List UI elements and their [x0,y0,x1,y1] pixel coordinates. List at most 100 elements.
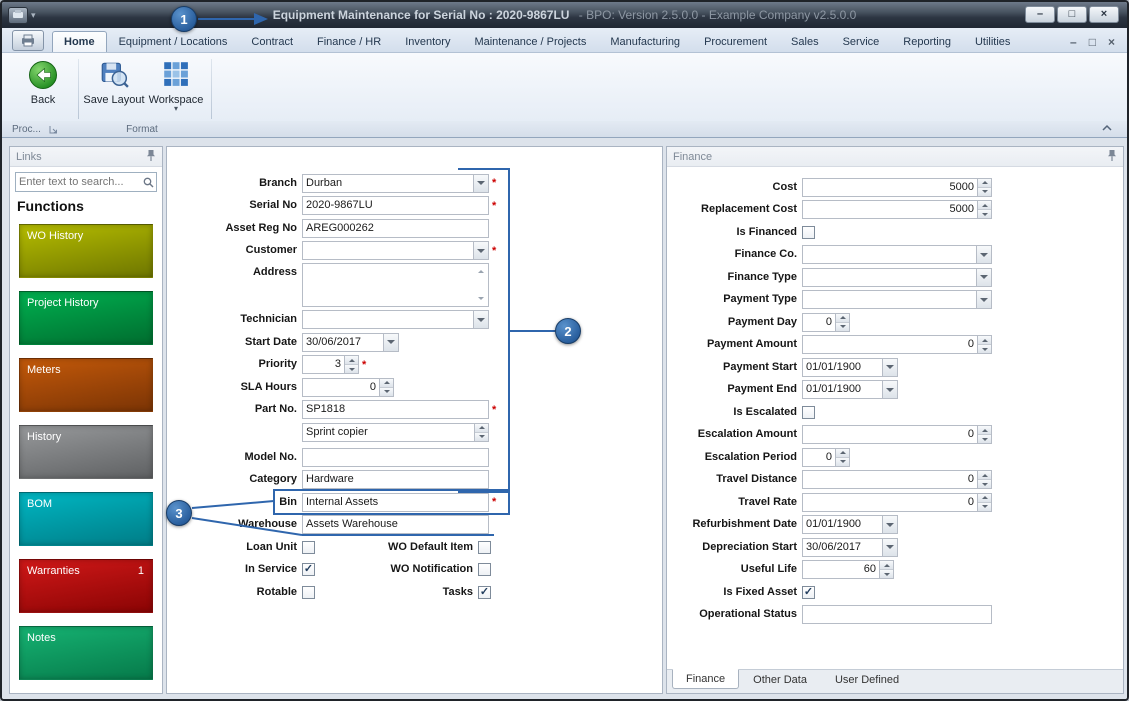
qat-dropdown-icon[interactable]: ▾ [31,10,36,21]
dropdown-icon[interactable] [976,269,991,286]
minimize-button[interactable]: – [1025,6,1055,23]
spinner-icon[interactable] [835,314,849,331]
refurbishment-date-datepicker[interactable]: 01/01/1900 [802,515,898,534]
finance-type-combobox[interactable] [802,268,992,287]
tab-service[interactable]: Service [831,31,892,52]
finance-co-combobox[interactable] [802,245,992,264]
spinner-icon[interactable] [344,356,358,373]
search-icon[interactable] [140,177,156,188]
tile-wo-history[interactable]: WO History [19,224,153,278]
depreciation-start-datepicker[interactable]: 30/06/2017 [802,538,898,557]
mdi-minimize-button[interactable]: – [1070,36,1077,48]
tile-notes[interactable]: Notes [19,626,153,680]
loan-unit-checkbox[interactable] [302,541,315,554]
tab-equipment-locations[interactable]: Equipment / Locations [107,31,240,52]
address-textarea[interactable] [302,263,489,307]
serial-no-input[interactable]: 2020-9867LU [302,196,489,215]
maximize-button[interactable]: □ [1057,6,1087,23]
tile-warranties[interactable]: Warranties 1 [19,559,153,613]
wo-default-item-checkbox[interactable] [478,541,491,554]
is-financed-checkbox[interactable] [802,226,815,239]
scroll-arrows-icon[interactable] [475,265,487,305]
spinner-icon[interactable] [474,424,488,441]
dropdown-icon[interactable] [473,311,488,328]
payment-amount-spinner[interactable]: 0 [802,335,992,354]
spinner-icon[interactable] [879,561,893,578]
payment-type-combobox[interactable] [802,290,992,309]
technician-combobox[interactable] [302,310,489,329]
asset-reg-no-input[interactable]: AREG000262 [302,219,489,238]
dropdown-icon[interactable] [882,539,897,556]
close-button[interactable]: × [1089,6,1119,23]
spinner-icon[interactable] [835,449,849,466]
tab-inventory[interactable]: Inventory [393,31,462,52]
collapse-ribbon-button[interactable] [1101,124,1113,135]
useful-life-spinner[interactable]: 60 [802,560,894,579]
operational-status-input[interactable] [802,605,992,624]
warehouse-input[interactable]: Assets Warehouse [302,515,489,534]
cost-spinner[interactable]: 5000 [802,178,992,197]
dropdown-icon[interactable] [976,291,991,308]
app-icon[interactable] [8,7,28,24]
tasks-checkbox[interactable]: ✓ [478,586,491,599]
tab-finance-hr[interactable]: Finance / HR [305,31,393,52]
priority-spinner[interactable]: 3 [302,355,359,374]
tab-utilities[interactable]: Utilities [963,31,1022,52]
travel-rate-spinner[interactable]: 0 [802,493,992,512]
links-search-input[interactable] [16,176,140,188]
app-menu-button[interactable] [12,30,44,51]
dropdown-icon[interactable] [473,242,488,259]
tab-home[interactable]: Home [52,31,107,52]
customer-combobox[interactable] [302,241,489,260]
spinner-icon[interactable] [977,471,991,488]
tab-maintenance-projects[interactable]: Maintenance / Projects [462,31,598,52]
save-layout-button[interactable]: Save Layout [83,57,145,121]
travel-distance-spinner[interactable]: 0 [802,470,992,489]
workspace-button[interactable]: Workspace ▾ [145,57,207,121]
sla-hours-spinner[interactable]: 0 [302,378,394,397]
pin-icon[interactable] [146,149,156,165]
tile-history[interactable]: History [19,425,153,479]
tab-sales[interactable]: Sales [779,31,831,52]
replacement-cost-spinner[interactable]: 5000 [802,200,992,219]
spinner-icon[interactable] [977,336,991,353]
wo-notification-checkbox[interactable] [478,563,491,576]
tab-finance[interactable]: Finance [672,669,739,689]
start-date-picker[interactable]: 30/06/2017 [302,333,399,352]
spinner-icon[interactable] [977,179,991,196]
tile-bom[interactable]: BOM [19,492,153,546]
category-input[interactable]: Hardware [302,470,489,489]
mdi-restore-button[interactable]: □ [1089,36,1096,48]
escalation-amount-spinner[interactable]: 0 [802,425,992,444]
pin-icon[interactable] [1107,149,1117,165]
part-no-input[interactable]: SP1818 [302,400,489,419]
tile-project-history[interactable]: Project History [19,291,153,345]
mdi-close-button[interactable]: × [1108,36,1115,48]
is-fixed-asset-checkbox[interactable]: ✓ [802,586,815,599]
tab-contract[interactable]: Contract [239,31,305,52]
spinner-icon[interactable] [977,494,991,511]
dropdown-icon[interactable] [882,381,897,398]
payment-end-datepicker[interactable]: 01/01/1900 [802,380,898,399]
bin-input[interactable]: Internal Assets [302,493,489,512]
dropdown-icon[interactable] [976,246,991,263]
tab-other-data[interactable]: Other Data [739,670,821,690]
spinner-icon[interactable] [977,201,991,218]
tile-meters[interactable]: Meters [19,358,153,412]
back-button[interactable]: Back [12,57,74,121]
dialog-launcher-icon[interactable] [49,125,58,134]
model-no-input[interactable] [302,448,489,467]
tab-procurement[interactable]: Procurement [692,31,779,52]
escalation-period-spinner[interactable]: 0 [802,448,850,467]
dropdown-icon[interactable] [882,516,897,533]
dropdown-icon[interactable] [383,334,398,351]
tab-reporting[interactable]: Reporting [891,31,963,52]
part-description-lookup[interactable]: Sprint copier [302,423,489,442]
dropdown-icon[interactable] [882,359,897,376]
spinner-icon[interactable] [379,379,393,396]
tab-manufacturing[interactable]: Manufacturing [598,31,692,52]
in-service-checkbox[interactable]: ✓ [302,563,315,576]
is-escalated-checkbox[interactable] [802,406,815,419]
rotable-checkbox[interactable] [302,586,315,599]
branch-combobox[interactable]: Durban [302,174,489,193]
